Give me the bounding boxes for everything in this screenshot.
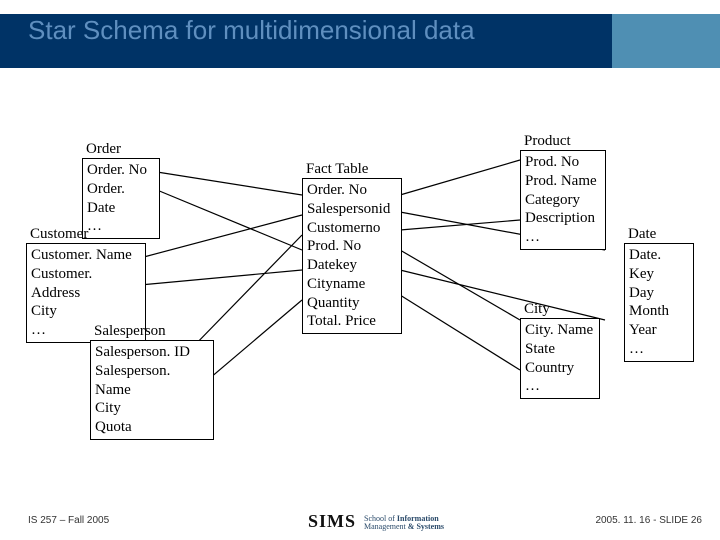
- product-row: Category: [525, 191, 601, 210]
- fact-row: Order. No: [307, 181, 397, 200]
- order-table-label: Order: [86, 140, 121, 159]
- salesperson-table: Salesperson. ID Salesperson. Name City Q…: [90, 340, 214, 440]
- city-row: City. Name: [525, 321, 595, 340]
- fact-row: Cityname: [307, 275, 397, 294]
- product-table-label: Product: [524, 132, 571, 151]
- date-row: Year: [629, 321, 689, 340]
- salesperson-row: Quota: [95, 418, 209, 437]
- fact-table: Order. No Salespersonid Customerno Prod.…: [302, 178, 402, 334]
- fact-row: Total. Price: [307, 312, 397, 331]
- city-row: …: [525, 377, 595, 396]
- product-row: Prod. Name: [525, 172, 601, 191]
- city-table-label: City: [524, 300, 550, 319]
- fact-table-label: Fact Table: [306, 160, 368, 179]
- fact-row: Salespersonid: [307, 200, 397, 219]
- city-table: City. Name State Country …: [520, 318, 600, 399]
- fact-row: Quantity: [307, 294, 397, 313]
- customer-row: Customer. Name: [31, 246, 141, 265]
- city-row: State: [525, 340, 595, 359]
- salesperson-table-label: Salesperson: [94, 322, 166, 341]
- fact-row: Datekey: [307, 256, 397, 275]
- order-row: …: [87, 217, 155, 236]
- product-row: Description: [525, 209, 601, 228]
- salesperson-row: City: [95, 399, 209, 418]
- salesperson-row: Salesperson. ID: [95, 343, 209, 362]
- product-row: Prod. No: [525, 153, 601, 172]
- salesperson-row: Salesperson. Name: [95, 362, 209, 400]
- order-row: Order. Date: [87, 180, 155, 218]
- order-table: Order. No Order. Date …: [82, 158, 160, 239]
- product-row: …: [525, 228, 601, 247]
- product-table: Prod. No Prod. Name Category Description…: [520, 150, 606, 250]
- slide: Star Schema for multidimensional data Or…: [0, 0, 720, 540]
- date-table: Date. Key Day Month Year …: [624, 243, 694, 362]
- customer-table-label: Customer: [30, 225, 88, 244]
- customer-row: City: [31, 302, 141, 321]
- city-row: Country: [525, 359, 595, 378]
- date-row: Month: [629, 302, 689, 321]
- fact-row: Prod. No: [307, 237, 397, 256]
- order-row: Order. No: [87, 161, 155, 180]
- fact-row: Customerno: [307, 219, 397, 238]
- date-row: …: [629, 340, 689, 359]
- date-row: Date. Key: [629, 246, 689, 284]
- customer-row: Customer. Address: [31, 265, 141, 303]
- date-table-label: Date: [628, 225, 656, 244]
- date-row: Day: [629, 284, 689, 303]
